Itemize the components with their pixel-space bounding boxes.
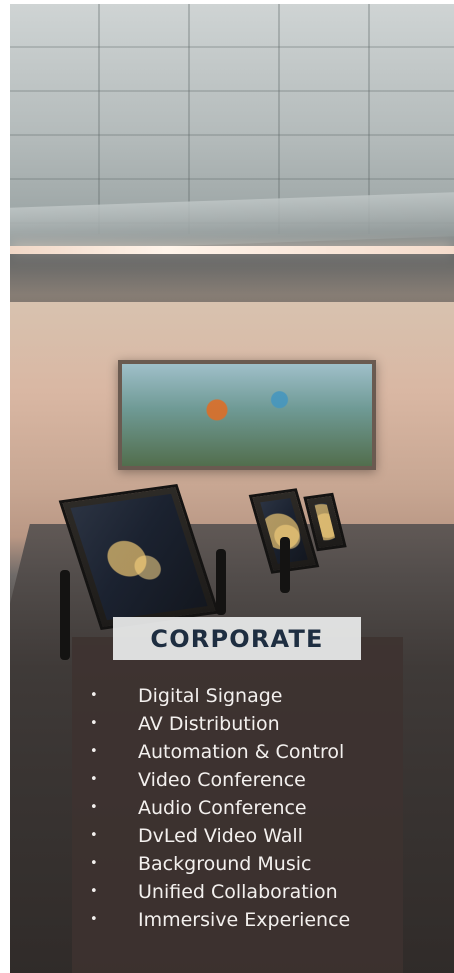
list-item: • AV Distribution xyxy=(90,710,350,738)
wall-display xyxy=(118,360,376,470)
list-item: • Automation & Control xyxy=(90,738,350,766)
microphone-stand xyxy=(280,537,290,593)
bullet-icon: • xyxy=(90,800,98,815)
service-label: DvLed Video Wall xyxy=(138,825,303,847)
service-label: Automation & Control xyxy=(138,741,345,763)
microphone-stand xyxy=(216,549,226,615)
bullet-icon: • xyxy=(90,828,98,843)
list-item: • Background Music xyxy=(90,850,350,878)
upper-wall-shadow xyxy=(10,254,454,302)
service-label: Unified Collaboration xyxy=(138,881,338,903)
bullet-icon: • xyxy=(90,912,98,927)
service-label: Video Conference xyxy=(138,769,306,791)
service-label: Audio Conference xyxy=(138,797,307,819)
service-label: Digital Signage xyxy=(138,685,283,707)
title-box: CORPORATE xyxy=(113,617,361,660)
service-label: Immersive Experience xyxy=(138,909,351,931)
bullet-icon: • xyxy=(90,884,98,899)
table-monitor-screen-3 xyxy=(314,502,336,542)
bullet-icon: • xyxy=(90,716,98,731)
bullet-icon: • xyxy=(90,772,98,787)
list-item: • Unified Collaboration xyxy=(90,878,350,906)
services-list: • Digital Signage • AV Distribution • Au… xyxy=(90,682,350,934)
wall-display-screen xyxy=(122,364,372,466)
list-item: • Video Conference xyxy=(90,766,350,794)
table-monitor-screen-1 xyxy=(70,493,208,621)
list-item: • DvLed Video Wall xyxy=(90,822,350,850)
service-label: Background Music xyxy=(138,853,312,875)
list-item: • Immersive Experience xyxy=(90,906,350,934)
bullet-icon: • xyxy=(90,744,98,759)
bullet-icon: • xyxy=(90,688,98,703)
service-label: AV Distribution xyxy=(138,713,280,735)
list-item: • Audio Conference xyxy=(90,794,350,822)
bullet-icon: • xyxy=(90,856,98,871)
page-title: CORPORATE xyxy=(150,624,324,653)
microphone-stand xyxy=(60,570,70,660)
list-item: • Digital Signage xyxy=(90,682,350,710)
ceiling-light-strip xyxy=(10,246,454,254)
